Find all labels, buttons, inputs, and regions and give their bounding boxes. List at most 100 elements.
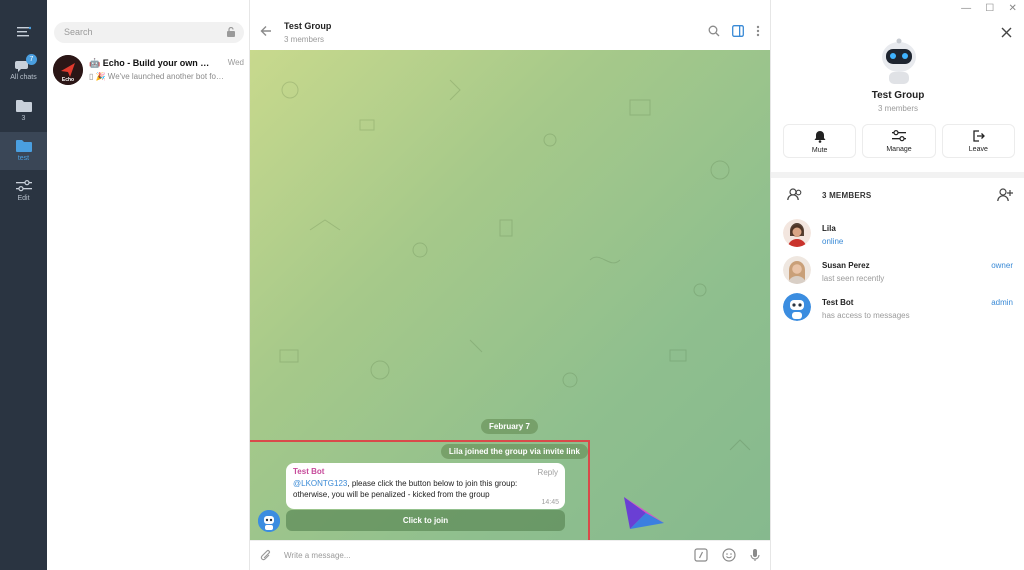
robot-icon	[783, 293, 811, 321]
group-info-panel: Test Group 3 members Mute Manage Leave 3…	[770, 0, 1024, 570]
echo-logo-text: Echo	[62, 77, 74, 83]
chat-list: Search Echo 🤖 Echo - Build your own smar…	[47, 0, 250, 570]
header-actions	[708, 25, 760, 37]
bot-commands-icon[interactable]	[694, 548, 708, 562]
close-icon[interactable]	[1001, 27, 1012, 38]
click-to-join-button[interactable]: Click to join	[286, 510, 565, 531]
leave-label: Leave	[968, 146, 988, 153]
chat-title: Test Group	[284, 21, 332, 31]
member-row[interactable]: Lila online	[783, 219, 1013, 251]
user-mention[interactable]: @LKONTG123	[293, 479, 347, 488]
avatar	[783, 219, 811, 247]
robot-icon	[258, 510, 280, 532]
lock-icon[interactable]	[226, 27, 236, 37]
chat-item-echo[interactable]: Echo 🤖 Echo - Build your own smar… Wed ▯…	[47, 52, 250, 90]
folder-test[interactable]: test	[0, 132, 47, 170]
search-input[interactable]: Search	[54, 22, 244, 43]
folder-label: Edit	[17, 195, 30, 202]
telegram-window: — ☐ ✕ 7 All chats 3 test Edit Search Ech…	[0, 0, 1024, 570]
members-icon	[787, 188, 802, 201]
message-time: 14:45	[541, 499, 559, 506]
bell-icon	[814, 131, 826, 143]
members-header: 3 MEMBERS	[787, 188, 1013, 204]
section-divider	[771, 172, 1024, 178]
minimize-icon[interactable]: —	[961, 3, 971, 14]
leave-button[interactable]: Leave	[941, 124, 1015, 158]
folder-label: All chats	[10, 74, 37, 81]
image-icon: ▯	[89, 72, 96, 81]
search-placeholder: Search	[64, 27, 93, 37]
member-status: online	[822, 237, 844, 246]
folder-label: test	[17, 155, 30, 162]
manage-label: Manage	[886, 146, 912, 153]
message-bubble[interactable]: Test Bot Reply @LKONTG123, please click …	[286, 463, 565, 509]
bot-icon: 🤖	[89, 58, 101, 68]
folder-icon	[15, 140, 32, 152]
member-row[interactable]: Susan Perez last seen recently owner	[783, 256, 1013, 288]
member-role: admin	[991, 298, 1013, 307]
chat-area: Test Group 3 members February 7 Lila joi…	[250, 0, 770, 570]
chat-preview: ▯ 🎉 We've launched another bot fo…	[89, 72, 245, 81]
message-input[interactable]: Write a message...	[284, 551, 351, 560]
user-photo-icon	[783, 256, 811, 284]
chat-wallpaper: February 7 Lila joined the group via inv…	[250, 50, 770, 540]
emoji-icon[interactable]	[722, 548, 736, 562]
sliders-icon	[15, 180, 32, 192]
chat-title-text: Echo - Build your own smar…	[102, 58, 211, 68]
message-composer: Write a message...	[250, 540, 770, 570]
prism-logo-icon	[624, 497, 664, 529]
add-member-icon[interactable]	[997, 188, 1013, 202]
member-name: Susan Perez	[822, 261, 870, 270]
edit-folders[interactable]: Edit	[0, 180, 47, 202]
search-icon[interactable]	[708, 25, 720, 37]
avatar[interactable]	[258, 510, 280, 532]
folder-icon	[15, 100, 32, 112]
mute-label: Mute	[811, 147, 828, 154]
composer-actions	[694, 548, 760, 562]
paperclip-icon[interactable]	[260, 549, 272, 563]
menu-button[interactable]	[0, 26, 47, 41]
folder-3[interactable]: 3	[0, 99, 47, 122]
robot-avatar-icon	[882, 38, 916, 84]
sidebar-toggle-icon[interactable]	[732, 25, 744, 37]
reply-button[interactable]: Reply	[538, 468, 558, 477]
folder-label: 3	[21, 115, 26, 122]
members-count: 3 MEMBERS	[822, 191, 872, 200]
member-status: has access to messages	[822, 311, 910, 320]
group-actions: Mute Manage Leave	[783, 124, 1015, 158]
member-name: Test Bot	[822, 298, 854, 307]
more-vertical-icon[interactable]	[756, 25, 760, 37]
member-role: owner	[991, 261, 1013, 270]
manage-button[interactable]: Manage	[862, 124, 936, 158]
unread-badge: 7	[26, 54, 37, 65]
hamburger-icon	[16, 26, 31, 37]
chat-date: Wed	[227, 58, 244, 67]
group-title: Test Group	[871, 90, 925, 101]
chat-preview-text: 🎉 We've launched another bot fo…	[95, 72, 224, 81]
avatar: Echo	[53, 55, 83, 85]
mute-button[interactable]: Mute	[783, 124, 857, 158]
exit-icon	[973, 130, 985, 142]
member-row[interactable]: Test Bot has access to messages admin	[783, 293, 1013, 325]
avatar	[783, 256, 811, 284]
chat-header[interactable]: Test Group 3 members	[250, 16, 770, 50]
member-name: Lila	[822, 224, 836, 233]
member-status: last seen recently	[822, 274, 885, 283]
user-photo-icon	[783, 219, 811, 247]
message-sender: Test Bot	[293, 467, 325, 476]
window-controls: — ☐ ✕	[954, 0, 1024, 16]
avatar	[783, 293, 811, 321]
close-window-icon[interactable]: ✕	[1008, 3, 1016, 14]
group-subtitle: 3 members	[877, 104, 918, 113]
folders-rail: 7 All chats 3 test Edit	[0, 0, 47, 570]
sliders-icon	[891, 130, 906, 142]
back-arrow-icon[interactable]	[260, 25, 272, 37]
chat-subtitle: 3 members	[284, 35, 325, 44]
chat-title: 🤖 Echo - Build your own smar…	[89, 58, 211, 69]
message-text: @LKONTG123, please click the button belo…	[293, 478, 538, 500]
microphone-icon[interactable]	[750, 548, 760, 562]
maximize-icon[interactable]: ☐	[985, 3, 994, 14]
folder-all-chats[interactable]: 7 All chats	[0, 54, 47, 81]
date-separator: February 7	[481, 419, 538, 434]
echo-logo-icon: Echo	[53, 55, 83, 85]
